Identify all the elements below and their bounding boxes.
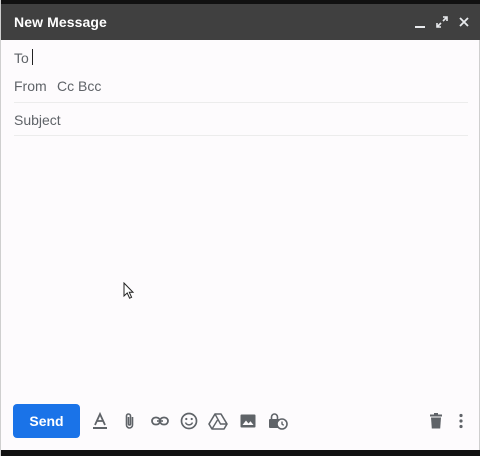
from-label: From [14, 78, 47, 94]
cc-bcc-link[interactable]: Cc Bcc [57, 78, 101, 94]
confidential-mode-icon[interactable] [267, 411, 288, 431]
subject-field[interactable]: Subject [14, 107, 468, 136]
expand-icon[interactable] [434, 14, 450, 30]
bottom-edge [1, 450, 480, 456]
link-icon[interactable] [150, 411, 170, 431]
attach-icon[interactable] [120, 411, 140, 431]
message-body[interactable] [14, 140, 468, 390]
from-row: From Cc Bcc [14, 74, 468, 103]
trash-icon[interactable] [426, 411, 446, 431]
compose-titlebar[interactable]: New Message [1, 4, 480, 40]
more-options-icon[interactable] [452, 411, 470, 431]
compose-title: New Message [14, 14, 107, 30]
emoji-icon[interactable] [179, 411, 199, 431]
send-button[interactable]: Send [13, 404, 80, 438]
to-field[interactable]: To [14, 48, 468, 70]
mouse-pointer-icon [123, 281, 135, 305]
compose-window: New Message To From Cc Bcc Subject Send [0, 0, 480, 456]
subject-placeholder: Subject [14, 112, 61, 128]
to-label: To [14, 50, 29, 66]
text-caret [32, 49, 33, 65]
drive-icon[interactable] [208, 411, 228, 431]
close-icon[interactable] [456, 14, 472, 30]
text-format-icon[interactable] [90, 411, 110, 431]
minimize-icon[interactable] [412, 14, 428, 30]
image-icon[interactable] [238, 411, 258, 431]
